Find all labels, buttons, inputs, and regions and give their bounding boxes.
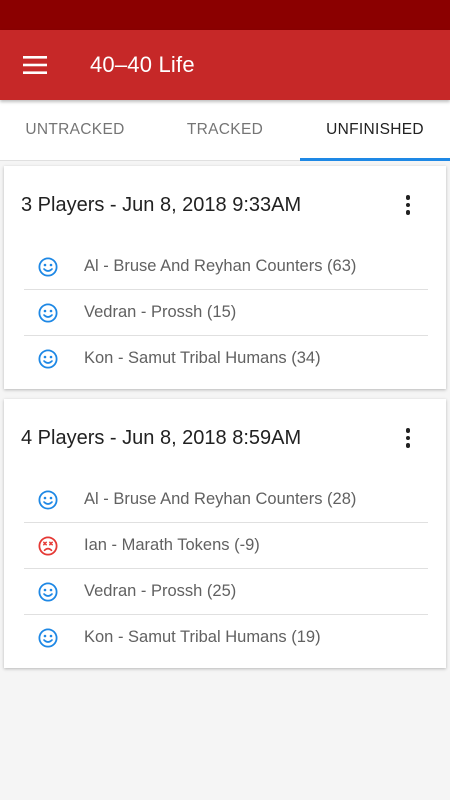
tab-tracked[interactable]: TRACKED bbox=[150, 100, 300, 160]
player-row[interactable]: Al - Bruse And Reyhan Counters (63) bbox=[24, 244, 428, 290]
player-name: Kon - Samut Tribal Humans (34) bbox=[84, 349, 321, 367]
game-card[interactable]: 4 Players - Jun 8, 2018 8:59AM Al - Brus… bbox=[4, 399, 446, 668]
player-name: Al - Bruse And Reyhan Counters (28) bbox=[84, 490, 357, 508]
more-vert-icon bbox=[405, 428, 411, 433]
player-name: Kon - Samut Tribal Humans (19) bbox=[84, 628, 321, 646]
player-row[interactable]: Al - Bruse And Reyhan Counters (28) bbox=[24, 477, 428, 523]
tab-unfinished[interactable]: UNFINISHED bbox=[300, 100, 450, 161]
player-name: Vedran - Prossh (15) bbox=[84, 303, 237, 321]
player-row[interactable]: Kon - Samut Tribal Humans (19) bbox=[24, 615, 428, 660]
app-bar: 40–40 Life bbox=[0, 30, 450, 100]
player-row[interactable]: Ian - Marath Tokens (-9) bbox=[24, 523, 428, 569]
status-bar bbox=[0, 0, 450, 30]
smiley-icon bbox=[38, 489, 58, 510]
game-card[interactable]: 3 Players - Jun 8, 2018 9:33AM Al - Brus… bbox=[4, 166, 446, 389]
game-title: 3 Players - Jun 8, 2018 9:33AM bbox=[21, 193, 302, 216]
game-title: 4 Players - Jun 8, 2018 8:59AM bbox=[21, 426, 302, 449]
player-row[interactable]: Vedran - Prossh (15) bbox=[24, 290, 428, 336]
player-list: Al - Bruse And Reyhan Counters (63) Vedr… bbox=[24, 244, 428, 381]
dead-face-icon bbox=[38, 535, 58, 556]
menu-button[interactable] bbox=[0, 30, 70, 100]
hamburger-menu-icon bbox=[23, 56, 47, 74]
more-options-button[interactable] bbox=[396, 418, 420, 458]
smiley-icon bbox=[38, 302, 58, 323]
more-vert-icon bbox=[405, 195, 411, 200]
tab-untracked[interactable]: UNTRACKED bbox=[0, 100, 150, 160]
more-options-button[interactable] bbox=[396, 185, 420, 225]
player-list: Al - Bruse And Reyhan Counters (28) Ian … bbox=[24, 477, 428, 660]
smiley-icon bbox=[38, 348, 58, 369]
player-row[interactable]: Vedran - Prossh (25) bbox=[24, 569, 428, 615]
app-title: 40–40 Life bbox=[90, 52, 195, 77]
player-name: Vedran - Prossh (25) bbox=[84, 582, 237, 600]
smiley-icon bbox=[38, 256, 58, 277]
game-list: 3 Players - Jun 8, 2018 9:33AM Al - Brus… bbox=[0, 161, 450, 668]
smiley-icon bbox=[38, 581, 58, 602]
player-name: Ian - Marath Tokens (-9) bbox=[84, 536, 260, 554]
game-card-header: 3 Players - Jun 8, 2018 9:33AM bbox=[4, 166, 446, 244]
game-card-header: 4 Players - Jun 8, 2018 8:59AM bbox=[4, 399, 446, 477]
player-row[interactable]: Kon - Samut Tribal Humans (34) bbox=[24, 336, 428, 381]
smiley-icon bbox=[38, 627, 58, 648]
tab-bar: UNTRACKED TRACKED UNFINISHED bbox=[0, 100, 450, 161]
player-name: Al - Bruse And Reyhan Counters (63) bbox=[84, 257, 357, 275]
